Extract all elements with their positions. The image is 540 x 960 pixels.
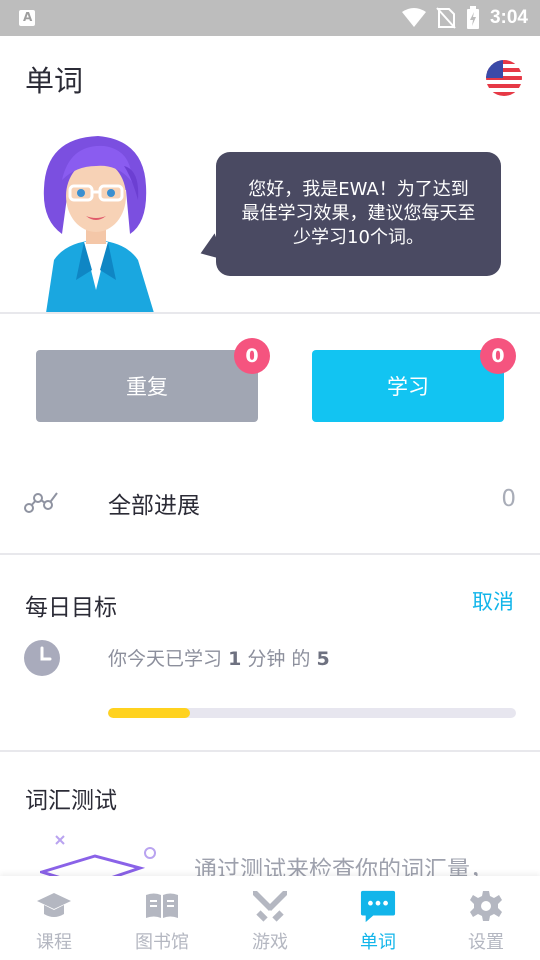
status-bar: A 3:04: [0, 0, 540, 36]
crossed-swords-icon: [252, 888, 288, 924]
overall-progress-label: 全部进展: [108, 493, 200, 519]
nav-item-library[interactable]: 图书馆: [108, 876, 216, 960]
goal-minutes-target: 5: [316, 648, 330, 670]
speech-bubble: 您好，我是EWA！为了达到最佳学习效果，建议您每天至少学习10个词。: [216, 152, 501, 276]
overall-progress-row[interactable]: 全部进展 0: [0, 470, 540, 532]
divider: [0, 750, 540, 752]
graduation-cap-icon: [36, 888, 72, 924]
review-button-label: 重复: [126, 375, 168, 399]
daily-goal-title: 每日目标: [25, 595, 117, 621]
daily-goal-progress-bar: [108, 708, 516, 718]
daily-goal-progress-fill: [108, 708, 190, 718]
chat-bubble-icon: [360, 888, 396, 924]
wifi-icon: [401, 8, 426, 27]
vocab-test-title: 词汇测试: [25, 788, 117, 814]
review-count-badge: 0: [234, 338, 270, 374]
status-icons: 3:04: [401, 6, 528, 30]
bottom-navigation: 课程 图书馆 游戏 单词 设置: [0, 876, 540, 960]
nav-label-games: 游戏: [252, 932, 288, 953]
review-button[interactable]: 重复: [36, 350, 258, 422]
learn-button-label: 学习: [387, 375, 429, 399]
nav-label-settings: 设置: [468, 932, 504, 953]
nav-item-games[interactable]: 游戏: [216, 876, 324, 960]
nav-label-courses: 课程: [36, 932, 72, 953]
battery-charging-icon: [466, 6, 479, 29]
nav-label-words: 单词: [360, 932, 396, 953]
book-icon: [144, 888, 180, 924]
clock-time: 3:04: [489, 7, 528, 28]
goal-minutes-done: 1: [228, 648, 242, 670]
goal-text-middle: 分钟 的: [247, 648, 311, 670]
ewa-mascot-icon: [43, 136, 154, 313]
divider: [0, 312, 540, 314]
daily-goal-cancel-link[interactable]: 取消: [472, 586, 514, 616]
learn-count-badge: 0: [480, 338, 516, 374]
nav-label-library: 图书馆: [135, 932, 189, 953]
progress-line-icon: [24, 492, 58, 513]
goal-text-prefix: 你今天已学习: [108, 648, 223, 670]
page-title: 单词: [25, 64, 84, 98]
no-sim-icon: [436, 7, 456, 29]
clock-icon: [24, 640, 60, 676]
gear-icon: [468, 888, 504, 924]
nav-item-settings[interactable]: 设置: [432, 876, 540, 960]
us-flag-icon[interactable]: [486, 60, 522, 96]
daily-goal-status: 你今天已学习 1 分钟 的 5: [108, 644, 330, 671]
nav-item-words[interactable]: 单词: [324, 876, 432, 960]
divider: [0, 553, 540, 555]
learn-button[interactable]: 学习: [312, 350, 504, 422]
nav-item-courses[interactable]: 课程: [0, 876, 108, 960]
app-header: 单词: [0, 36, 540, 120]
overall-progress-value: 0: [501, 486, 516, 512]
a-letter-icon: A: [19, 10, 35, 26]
bubble-text: 您好，我是EWA！为了达到最佳学习效果，建议您每天至少学习10个词。: [241, 179, 476, 248]
